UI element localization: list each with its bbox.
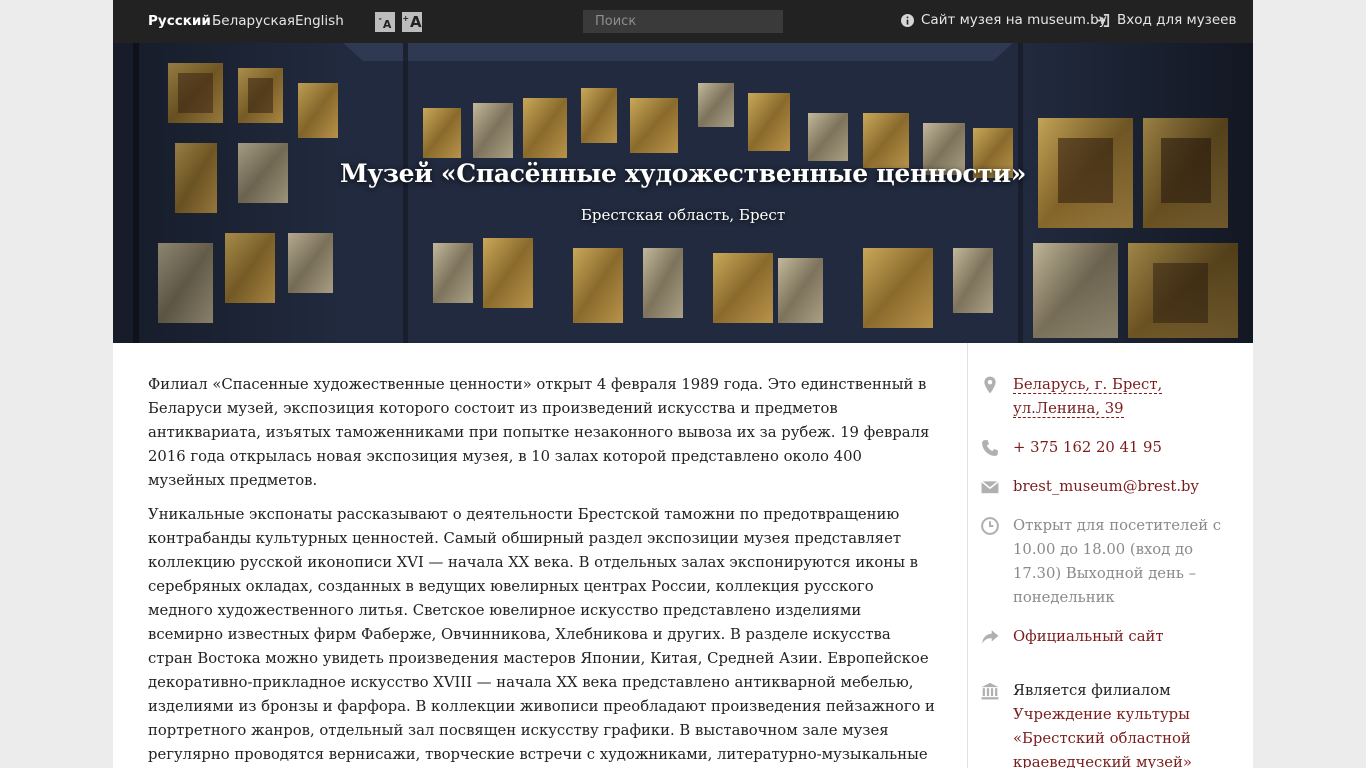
page-title: Музей «Спасённые художественные ценности… — [339, 159, 1027, 188]
font-decrease-button[interactable]: -A — [375, 12, 395, 32]
lang-belarusian[interactable]: Беларуская — [212, 13, 295, 29]
museum-site-link[interactable]: Сайт музея на museum.by — [901, 12, 1107, 28]
institution-icon — [981, 682, 999, 700]
sign-in-icon — [1096, 13, 1110, 27]
lang-english[interactable]: English — [295, 13, 344, 29]
parent-museum-link[interactable]: Учреждение культуры «Брестский областной… — [1013, 706, 1192, 768]
description-paragraph-1: Филиал «Спасенные художественные ценност… — [148, 376, 930, 489]
login-label: Вход для музеев — [1117, 12, 1237, 28]
top-bar: Русский Беларуская English -A +A Сайт му… — [113, 0, 1253, 43]
search-input[interactable] — [583, 10, 783, 33]
email-link[interactable]: brest_museum@brest.by — [1013, 478, 1199, 495]
description-paragraph-2: Уникальные экспонаты рассказывают о деят… — [148, 506, 935, 763]
phone-link[interactable]: + 375 162 20 41 95 — [1013, 439, 1162, 456]
museum-description: Филиал «Спасенные художественные ценност… — [148, 373, 938, 768]
branch-heading: Является филиалом — [1013, 682, 1171, 699]
lang-russian[interactable]: Русский — [148, 13, 211, 29]
envelope-icon — [981, 480, 999, 494]
hero-banner: Музей «Спасённые художественные ценности… — [113, 43, 1253, 343]
login-link[interactable]: Вход для музеев — [1096, 12, 1236, 28]
font-increase-button[interactable]: + A — [402, 12, 422, 32]
sidebar-divider — [967, 343, 968, 768]
share-arrow-icon — [982, 630, 999, 644]
address-link[interactable]: Беларусь, г. Брест, ул.Ленина, 39 — [1013, 376, 1163, 418]
museum-location: Брестская область, Брест — [580, 206, 786, 224]
opening-hours: Открыт для посетителей с 10.00 до 18.00 … — [1013, 517, 1222, 606]
museum-site-label: Сайт музея на museum.by — [921, 12, 1107, 28]
page: Русский Беларуская English -A +A Сайт му… — [113, 0, 1253, 768]
info-icon — [901, 13, 914, 27]
phone-icon — [982, 440, 998, 456]
official-site-link[interactable]: Официальный сайт — [1013, 628, 1164, 645]
clock-icon — [981, 517, 999, 535]
map-marker-icon — [984, 376, 996, 394]
